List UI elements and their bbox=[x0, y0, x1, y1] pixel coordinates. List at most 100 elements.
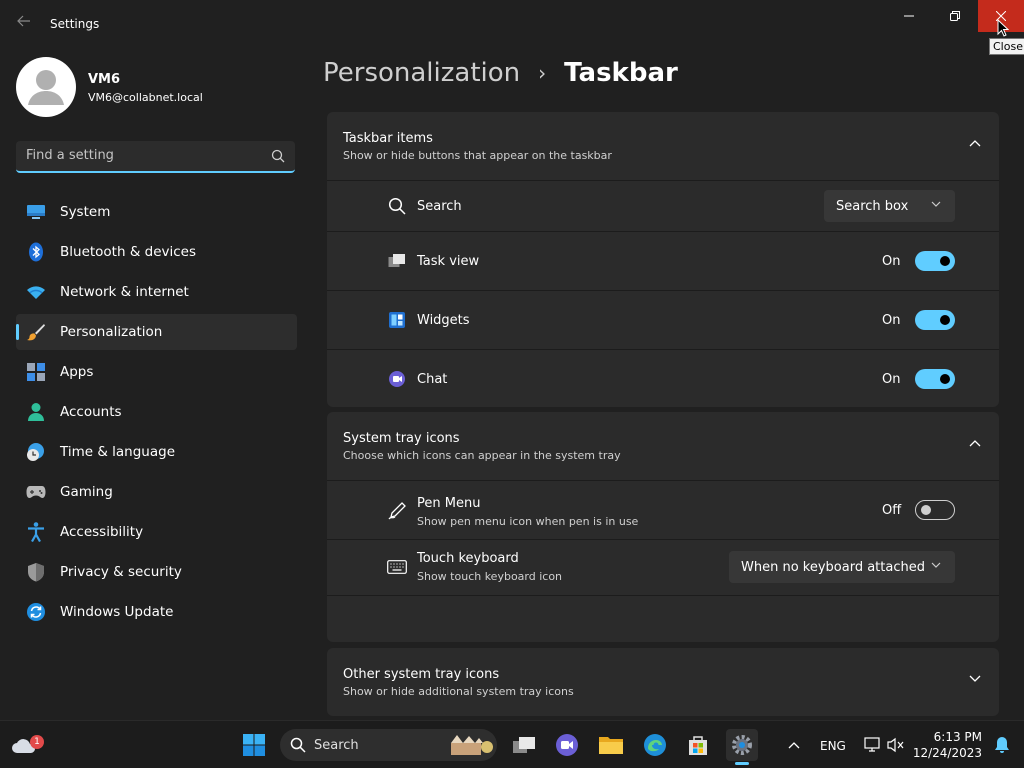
widgets-toggle[interactable] bbox=[915, 310, 955, 330]
chat-toggle[interactable] bbox=[915, 369, 955, 389]
folder-icon bbox=[599, 737, 623, 754]
row-label: Task view bbox=[417, 254, 480, 269]
back-button[interactable] bbox=[14, 14, 34, 34]
row-label: Chat bbox=[417, 372, 448, 387]
minimize-button[interactable] bbox=[886, 0, 932, 32]
sidebar-item-accessibility[interactable]: Accessibility bbox=[16, 514, 297, 550]
search-input[interactable] bbox=[26, 148, 256, 163]
chat-button[interactable] bbox=[551, 729, 583, 761]
restore-button[interactable] bbox=[932, 0, 978, 32]
file-explorer-button[interactable] bbox=[595, 729, 627, 761]
sidebar-item-time-language[interactable]: Time & language bbox=[16, 434, 297, 470]
sidebar-item-privacy-security[interactable]: Privacy & security bbox=[16, 554, 297, 590]
sidebar-item-windows-update[interactable]: Windows Update bbox=[16, 594, 297, 630]
sidebar-nav: System Bluetooth & devices Network & int… bbox=[16, 194, 297, 634]
system-tray-header[interactable]: System tray icons Choose which icons can… bbox=[327, 412, 999, 480]
pen-menu-toggle[interactable] bbox=[915, 500, 955, 520]
touch-keyboard-dropdown[interactable]: When no keyboard attached bbox=[729, 551, 955, 583]
notifications-button[interactable] bbox=[986, 729, 1018, 761]
update-icon bbox=[26, 602, 46, 622]
task-view-toggle[interactable] bbox=[915, 251, 955, 271]
chevron-down-icon[interactable] bbox=[969, 675, 981, 683]
settings-app-button[interactable] bbox=[726, 729, 758, 765]
sidebar-item-system[interactable]: System bbox=[16, 194, 297, 230]
user-profile[interactable]: VM6 VM6@collabnet.local bbox=[16, 57, 306, 117]
globe-clock-icon bbox=[26, 442, 46, 462]
dropdown-value: Search box bbox=[836, 198, 909, 214]
search-icon bbox=[387, 196, 407, 216]
other-tray-header[interactable]: Other system tray icons Show or hide add… bbox=[327, 648, 999, 716]
section-subtitle: Show or hide buttons that appear on the … bbox=[343, 149, 612, 162]
gear-icon bbox=[732, 735, 752, 755]
section-subtitle: Show or hide additional system tray icon… bbox=[343, 685, 574, 698]
restore-icon bbox=[950, 11, 960, 21]
notification-badge: 1 bbox=[30, 735, 44, 749]
show-hidden-icons-button[interactable] bbox=[778, 729, 810, 761]
dropdown-value: When no keyboard attached bbox=[741, 559, 925, 575]
search-icon bbox=[290, 737, 306, 753]
section-subtitle: Choose which icons can appear in the sys… bbox=[343, 449, 621, 462]
touch-keyboard-row: Touch keyboard Show touch keyboard icon … bbox=[327, 539, 999, 595]
task-view-row: Task view On bbox=[327, 231, 999, 290]
person-icon bbox=[26, 402, 46, 422]
sidebar-item-label: Gaming bbox=[60, 484, 113, 500]
sidebar-item-network[interactable]: Network & internet bbox=[16, 274, 297, 310]
edge-browser-icon bbox=[644, 734, 666, 756]
taskbar-search[interactable]: Search bbox=[280, 729, 497, 761]
start-button[interactable] bbox=[238, 729, 270, 761]
row-label: Widgets bbox=[417, 313, 470, 328]
language-indicator[interactable]: ENG bbox=[820, 739, 846, 753]
row-label: Pen Menu bbox=[417, 496, 481, 511]
other-tray-section[interactable]: Other system tray icons Show or hide add… bbox=[327, 648, 999, 716]
mouse-cursor-icon bbox=[997, 19, 1009, 37]
sidebar-item-label: Accessibility bbox=[60, 524, 144, 540]
sidebar-item-accounts[interactable]: Accounts bbox=[16, 394, 297, 430]
sidebar-item-label: Accounts bbox=[60, 404, 122, 420]
gamepad-icon bbox=[26, 482, 46, 502]
toggle-knob bbox=[940, 374, 950, 384]
task-view-button[interactable] bbox=[508, 729, 540, 761]
task-view-icon bbox=[513, 737, 535, 753]
chevron-up-icon[interactable] bbox=[969, 439, 981, 447]
profile-name: VM6 bbox=[88, 72, 121, 87]
wifi-icon bbox=[26, 282, 46, 302]
profile-email: VM6@collabnet.local bbox=[88, 91, 203, 104]
person-avatar-icon bbox=[28, 70, 64, 105]
breadcrumb: Personalization › Taskbar bbox=[323, 58, 678, 88]
store-button[interactable] bbox=[682, 729, 714, 761]
bell-icon bbox=[995, 737, 1009, 753]
toggle-knob bbox=[921, 505, 931, 515]
sidebar-item-label: Personalization bbox=[60, 324, 163, 340]
toggle-knob bbox=[940, 256, 950, 266]
weather-widget[interactable]: 1 bbox=[8, 729, 44, 761]
toggle-state-label: On bbox=[882, 313, 901, 328]
row-label: Search bbox=[417, 199, 462, 214]
toggle-knob bbox=[940, 315, 950, 325]
search-mode-dropdown[interactable]: Search box bbox=[824, 190, 955, 222]
title-bar: Settings Close bbox=[0, 0, 1024, 55]
sidebar-item-label: System bbox=[60, 204, 111, 220]
sidebar-item-personalization[interactable]: Personalization bbox=[16, 314, 297, 350]
taskbar-items-header[interactable]: Taskbar items Show or hide buttons that … bbox=[327, 112, 999, 180]
row-description: Show pen menu icon when pen is in use bbox=[417, 515, 639, 528]
app-title: Settings bbox=[50, 17, 100, 31]
edge-button[interactable] bbox=[639, 729, 671, 761]
accessibility-icon bbox=[26, 522, 46, 542]
clock-time: 6:13 PM bbox=[933, 730, 982, 744]
settings-search[interactable] bbox=[16, 141, 295, 173]
volume-tray-icon[interactable] bbox=[880, 729, 912, 761]
apps-icon bbox=[26, 362, 46, 382]
clock-date: 12/24/2023 bbox=[912, 746, 982, 760]
sidebar-item-gaming[interactable]: Gaming bbox=[16, 474, 297, 510]
taskbar-items-section: Taskbar items Show or hide buttons that … bbox=[327, 112, 999, 407]
breadcrumb-parent[interactable]: Personalization bbox=[323, 58, 520, 88]
sidebar-item-bluetooth[interactable]: Bluetooth & devices bbox=[16, 234, 297, 270]
search-highlight-icon bbox=[451, 735, 493, 755]
system-clock[interactable]: 6:13 PM 12/24/2023 bbox=[912, 730, 982, 760]
sidebar-item-apps[interactable]: Apps bbox=[16, 354, 297, 390]
minimize-icon bbox=[904, 15, 914, 17]
windows-taskbar: 1 Search ENG 6:13 PM 12/24/2023 bbox=[0, 720, 1024, 768]
chevron-up-icon[interactable] bbox=[969, 139, 981, 147]
toggle-state-label: On bbox=[882, 372, 901, 387]
bluetooth-icon bbox=[26, 242, 46, 262]
